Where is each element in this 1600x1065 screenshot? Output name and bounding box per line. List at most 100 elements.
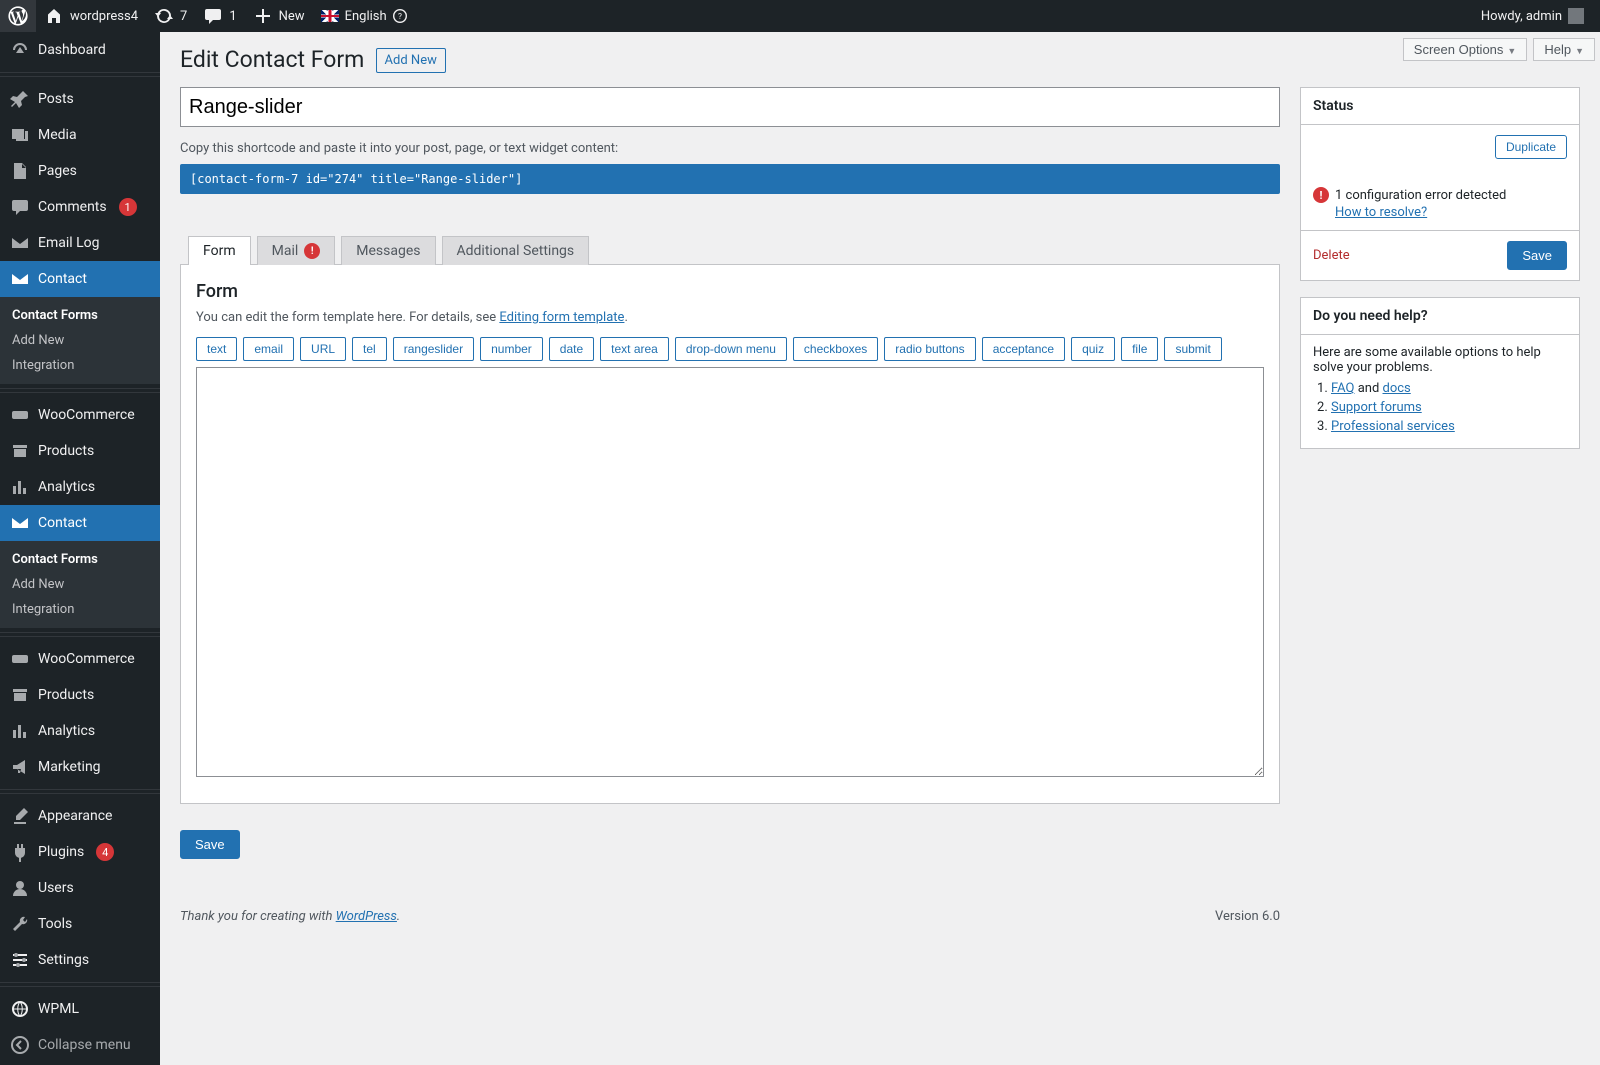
menu-appearance[interactable]: Appearance <box>0 798 160 834</box>
menu-plugins[interactable]: Plugins 4 <box>0 834 160 870</box>
page-icon <box>10 161 30 181</box>
comments-link[interactable]: 1 <box>195 0 244 32</box>
status-save-button[interactable]: Save <box>1507 241 1567 270</box>
tag-btn-quiz[interactable]: quiz <box>1071 337 1115 361</box>
menu-pages[interactable]: Pages <box>0 153 160 189</box>
menu-woocommerce-2[interactable]: WooCommerce <box>0 641 160 677</box>
new-content-link[interactable]: New <box>245 0 313 32</box>
tag-btn-drop-down-menu[interactable]: drop-down menu <box>675 337 787 361</box>
form-panel: Form You can edit the form template here… <box>180 264 1280 804</box>
add-new-button[interactable]: Add New <box>376 48 446 73</box>
tag-btn-date[interactable]: date <box>549 337 594 361</box>
menu-analytics-2[interactable]: Analytics <box>0 713 160 749</box>
menu-woocommerce[interactable]: WooCommerce <box>0 397 160 433</box>
tag-btn-submit[interactable]: submit <box>1164 337 1221 361</box>
tag-generator-row: textemailURLtelrangeslidernumberdatetext… <box>196 337 1264 361</box>
menu-marketing[interactable]: Marketing <box>0 749 160 785</box>
sub-add-new[interactable]: Add New <box>0 328 160 353</box>
menu-analytics[interactable]: Analytics <box>0 469 160 505</box>
menu-media[interactable]: Media <box>0 117 160 153</box>
tag-btn-number[interactable]: number <box>480 337 543 361</box>
menu-label: Contact <box>38 515 87 531</box>
status-box: Status Duplicate ! 1 configuration error… <box>1300 87 1580 281</box>
menu-label: Dashboard <box>38 42 106 58</box>
form-panel-hint: You can edit the form template here. For… <box>196 310 1264 325</box>
tag-btn-rangeslider[interactable]: rangeslider <box>393 337 474 361</box>
form-title-input[interactable] <box>180 87 1280 127</box>
menu-label: Products <box>38 443 94 459</box>
wordpress-link[interactable]: WordPress <box>336 909 397 924</box>
tag-btn-email[interactable]: email <box>243 337 294 361</box>
menu-posts[interactable]: Posts <box>0 81 160 117</box>
help-button[interactable]: Help▼ <box>1533 38 1595 61</box>
duplicate-button[interactable]: Duplicate <box>1495 135 1567 159</box>
docs-link[interactable]: docs <box>1383 381 1411 396</box>
avatar <box>1568 8 1584 24</box>
tag-btn-text-area[interactable]: text area <box>600 337 669 361</box>
menu-products[interactable]: Products <box>0 433 160 469</box>
tag-btn-file[interactable]: file <box>1121 337 1158 361</box>
editing-form-template-link[interactable]: Editing form template <box>499 310 624 325</box>
professional-services-link[interactable]: Professional services <box>1331 419 1455 434</box>
comments-count: 1 <box>229 9 236 24</box>
tag-btn-tel[interactable]: tel <box>352 337 387 361</box>
tag-btn-text[interactable]: text <box>196 337 237 361</box>
language-selector[interactable]: English ? <box>313 0 415 32</box>
form-body-textarea[interactable] <box>196 367 1264 777</box>
submenu-contact: Contact Forms Add New Integration <box>0 297 160 384</box>
how-to-resolve-link[interactable]: How to resolve? <box>1335 205 1427 220</box>
menu-label: Products <box>38 687 94 703</box>
tag-btn-URL[interactable]: URL <box>300 337 346 361</box>
menu-contact[interactable]: Contact <box>0 261 160 297</box>
sub-contact-forms-2[interactable]: Contact Forms <box>0 547 160 572</box>
menu-settings[interactable]: Settings <box>0 942 160 978</box>
menu-label: Analytics <box>38 479 95 495</box>
email-icon <box>10 233 30 253</box>
user-menu[interactable]: Howdy, admin <box>1473 0 1592 32</box>
woo-icon <box>10 405 30 425</box>
wp-logo[interactable] <box>0 0 36 32</box>
menu-label: Media <box>38 127 77 143</box>
tab-mail[interactable]: Mail ! <box>257 236 336 265</box>
collapse-menu[interactable]: Collapse menu <box>0 1027 160 1063</box>
menu-dashboard[interactable]: Dashboard <box>0 32 160 68</box>
menu-email-log[interactable]: Email Log <box>0 225 160 261</box>
menu-label: Analytics <box>38 723 95 739</box>
tag-btn-acceptance[interactable]: acceptance <box>982 337 1065 361</box>
sub-integration[interactable]: Integration <box>0 353 160 378</box>
menu-contact-2[interactable]: Contact <box>0 505 160 541</box>
site-link[interactable]: wordpress4 <box>36 0 146 32</box>
main-content: Screen Options▼ Help▼ Edit Contact Form … <box>160 32 1600 1065</box>
comment-icon <box>10 197 30 217</box>
screen-options-button[interactable]: Screen Options▼ <box>1403 38 1528 61</box>
tag-btn-radio-buttons[interactable]: radio buttons <box>884 337 975 361</box>
tag-btn-checkboxes[interactable]: checkboxes <box>793 337 878 361</box>
wrench-icon <box>10 914 30 934</box>
shortcode-box[interactable]: [contact-form-7 id="274" title="Range-sl… <box>180 164 1280 194</box>
sub-add-new-2[interactable]: Add New <box>0 572 160 597</box>
menu-products-2[interactable]: Products <box>0 677 160 713</box>
brush-icon <box>10 806 30 826</box>
menu-label: Appearance <box>38 808 112 824</box>
sub-integration-2[interactable]: Integration <box>0 597 160 622</box>
menu-label: WPML <box>38 1001 79 1017</box>
help-box: Do you need help? Here are some availabl… <box>1300 297 1580 449</box>
shortcode-hint: Copy this shortcode and paste it into yo… <box>180 141 1280 156</box>
updates-link[interactable]: 7 <box>146 0 195 32</box>
tab-additional-settings[interactable]: Additional Settings <box>442 236 590 265</box>
support-forums-link[interactable]: Support forums <box>1331 400 1422 415</box>
menu-tools[interactable]: Tools <box>0 906 160 942</box>
tab-bar: Form Mail ! Messages Additional Settings <box>180 236 1280 265</box>
globe-icon <box>10 999 30 1019</box>
save-button[interactable]: Save <box>180 830 240 859</box>
sub-contact-forms[interactable]: Contact Forms <box>0 303 160 328</box>
menu-users[interactable]: Users <box>0 870 160 906</box>
menu-wpml[interactable]: WPML <box>0 991 160 1027</box>
admin-toolbar: wordpress4 7 1 New English ? Howdy, admi… <box>0 0 1600 32</box>
tab-form[interactable]: Form <box>188 236 251 265</box>
analytics-icon <box>10 721 30 741</box>
tab-messages[interactable]: Messages <box>341 236 435 265</box>
faq-link[interactable]: FAQ <box>1331 381 1354 396</box>
delete-link[interactable]: Delete <box>1313 248 1350 263</box>
menu-comments[interactable]: Comments 1 <box>0 189 160 225</box>
